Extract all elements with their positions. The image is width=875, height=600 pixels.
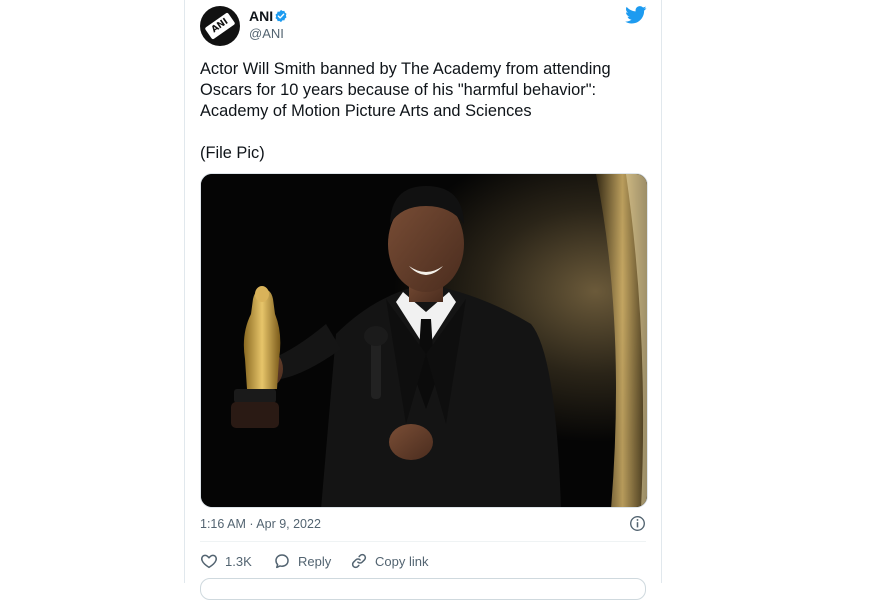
- reply-label: Reply: [298, 553, 332, 569]
- tweet-card: ANI ANI @ANI Actor Will Smith banned by …: [184, 0, 662, 600]
- tweet-text-body: Actor Will Smith banned by The Academy f…: [200, 60, 611, 120]
- reply-button[interactable]: Reply: [273, 551, 331, 571]
- read-replies-button[interactable]: [200, 578, 646, 600]
- speech-bubble-icon: [275, 554, 289, 569]
- photo-illustration: [201, 174, 647, 507]
- copy-link-button[interactable]: Copy link: [350, 551, 428, 571]
- handle[interactable]: @ANI: [249, 26, 284, 42]
- avatar[interactable]: ANI: [200, 6, 240, 46]
- avatar-logo-text: ANI: [204, 12, 236, 40]
- link-icon: [351, 553, 367, 569]
- like-count: 1.3K: [225, 553, 252, 569]
- twitter-bird-icon[interactable]: [625, 6, 647, 24]
- divider: [200, 541, 646, 542]
- tweet-text: Actor Will Smith banned by The Academy f…: [200, 59, 650, 164]
- tweet-text-caption: (File Pic): [200, 144, 265, 162]
- tweet-timestamp[interactable]: 1:16 AM · Apr 9, 2022: [200, 516, 321, 532]
- heart-icon: [201, 554, 217, 569]
- like-button[interactable]: 1.3K: [200, 551, 252, 571]
- verified-badge-icon: [275, 9, 287, 23]
- tweet-photo[interactable]: [200, 173, 648, 508]
- display-name[interactable]: ANI: [249, 8, 273, 24]
- copy-link-label: Copy link: [375, 553, 429, 569]
- info-icon[interactable]: [629, 515, 646, 532]
